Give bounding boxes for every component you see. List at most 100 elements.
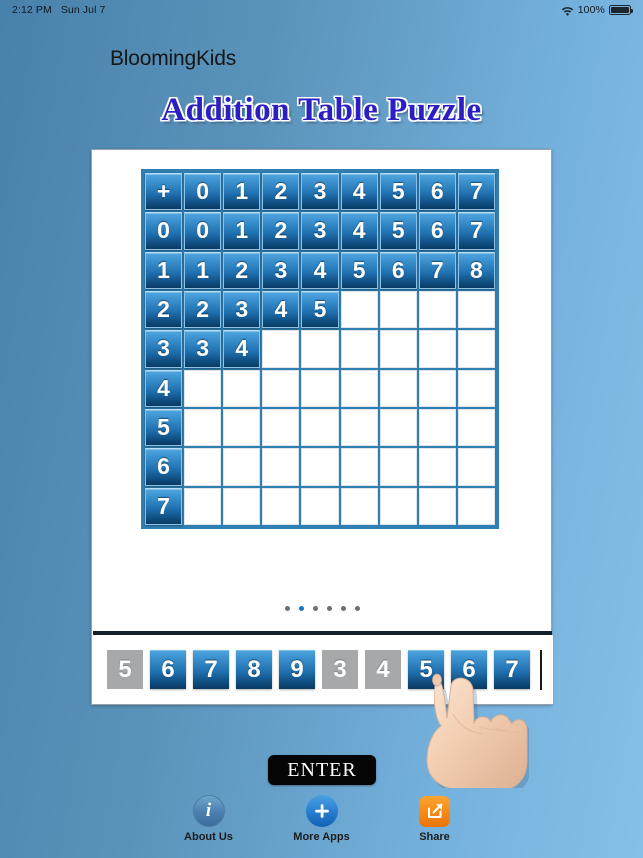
grid-cell-empty[interactable]	[379, 290, 417, 329]
answer-chip[interactable]: 7	[193, 650, 229, 689]
grid-cell-empty[interactable]	[262, 408, 300, 447]
grid-tile-filled[interactable]: 4	[301, 251, 339, 289]
grid-tile-filled[interactable]: 2	[184, 290, 222, 329]
page-dot[interactable]	[327, 606, 332, 611]
grid-cell-empty[interactable]	[457, 369, 495, 407]
grid-cell-empty[interactable]	[418, 290, 456, 329]
grid-tile-filled[interactable]: 8	[457, 251, 495, 289]
page-dot[interactable]	[299, 606, 304, 611]
grid-cell-empty[interactable]	[340, 408, 378, 447]
answer-chip[interactable]: 8	[236, 650, 272, 689]
grid-cell-empty[interactable]	[379, 487, 417, 525]
grid-cell-empty[interactable]	[223, 487, 261, 525]
page-dot[interactable]	[313, 606, 318, 611]
grid-cell-empty[interactable]	[223, 448, 261, 486]
grid-cell-empty[interactable]	[184, 448, 222, 486]
grid-cell-empty[interactable]	[340, 448, 378, 486]
grid-tile-filled[interactable]: 1	[145, 251, 183, 289]
answer-chip[interactable]: 9	[279, 650, 315, 689]
grid-tile-filled[interactable]: 0	[184, 173, 222, 211]
grid-cell-empty[interactable]	[340, 330, 378, 368]
grid-cell-empty[interactable]	[184, 369, 222, 407]
grid-tile-filled[interactable]: 4	[223, 330, 261, 368]
grid-cell-empty[interactable]	[379, 448, 417, 486]
grid-tile-filled[interactable]: 3	[184, 330, 222, 368]
grid-cell-empty[interactable]	[262, 330, 300, 368]
grid-cell-empty[interactable]	[418, 369, 456, 407]
grid-cell-empty[interactable]	[301, 487, 339, 525]
answer-chip[interactable]: 7	[494, 650, 530, 689]
answer-chip[interactable]: 6	[150, 650, 186, 689]
answer-chip[interactable]: 5	[408, 650, 444, 689]
grid-cell-empty[interactable]	[184, 408, 222, 447]
grid-cell-empty[interactable]	[418, 448, 456, 486]
grid-tile-filled[interactable]: 3	[301, 212, 339, 250]
grid-tile-filled[interactable]: 6	[145, 448, 183, 486]
grid-tile-filled[interactable]: 3	[223, 290, 261, 329]
grid-cell-empty[interactable]	[262, 369, 300, 407]
grid-cell-empty[interactable]	[379, 330, 417, 368]
grid-cell-empty[interactable]	[418, 487, 456, 525]
grid-tile-filled[interactable]: 5	[301, 290, 339, 329]
answer-chip[interactable]: 4	[365, 650, 401, 689]
grid-tile-filled[interactable]: 3	[262, 251, 300, 289]
grid-tile-filled[interactable]: 6	[418, 173, 456, 211]
grid-tile-filled[interactable]: 2	[262, 173, 300, 211]
grid-cell-empty[interactable]	[262, 487, 300, 525]
grid-tile-filled[interactable]: 1	[223, 212, 261, 250]
more-apps-button[interactable]: More Apps	[284, 795, 360, 843]
answer-tray[interactable]: 5678934567	[92, 635, 553, 704]
grid-tile-filled[interactable]: 4	[340, 173, 378, 211]
grid-cell-empty[interactable]	[379, 408, 417, 447]
grid-cell-empty[interactable]	[301, 330, 339, 368]
grid-tile-filled[interactable]: 2	[223, 251, 261, 289]
grid-tile-filled[interactable]: 3	[145, 330, 183, 368]
share-button[interactable]: Share	[397, 795, 473, 843]
grid-cell-empty[interactable]	[340, 487, 378, 525]
grid-tile-filled[interactable]: 3	[301, 173, 339, 211]
grid-cell-empty[interactable]	[418, 330, 456, 368]
enter-button[interactable]: ENTER	[268, 755, 376, 785]
grid-tile-filled[interactable]: 1	[184, 251, 222, 289]
grid-tile-filled[interactable]: 7	[418, 251, 456, 289]
grid-cell-empty[interactable]	[457, 290, 495, 329]
grid-tile-filled[interactable]: 2	[145, 290, 183, 329]
grid-cell-empty[interactable]	[184, 487, 222, 525]
grid-cell-empty[interactable]	[223, 408, 261, 447]
answer-chip[interactable]: 6	[451, 650, 487, 689]
grid-cell-empty[interactable]	[340, 290, 378, 329]
grid-tile-filled[interactable]: +	[145, 173, 183, 211]
grid-tile-filled[interactable]: 2	[262, 212, 300, 250]
grid-tile-filled[interactable]: 7	[457, 173, 495, 211]
grid-tile-filled[interactable]: 6	[418, 212, 456, 250]
grid-tile-filled[interactable]: 4	[340, 212, 378, 250]
grid-cell-empty[interactable]	[457, 487, 495, 525]
page-dot[interactable]	[355, 606, 360, 611]
grid-tile-filled[interactable]: 5	[379, 212, 417, 250]
page-indicator[interactable]	[92, 606, 553, 611]
grid-tile-filled[interactable]: 7	[145, 487, 183, 525]
grid-cell-empty[interactable]	[262, 448, 300, 486]
grid-tile-filled[interactable]: 1	[223, 173, 261, 211]
grid-tile-filled[interactable]: 4	[145, 369, 183, 407]
grid-tile-filled[interactable]: 5	[145, 408, 183, 447]
grid-cell-empty[interactable]	[457, 408, 495, 447]
page-dot[interactable]	[285, 606, 290, 611]
grid-cell-empty[interactable]	[379, 369, 417, 407]
grid-tile-filled[interactable]: 5	[379, 173, 417, 211]
answer-chip[interactable]: 3	[322, 650, 358, 689]
addition-table-grid[interactable]: +0 1 2 3 4 5 6 7 0 0 1 2 3 4 5 6 7 1 1 2 3 4 5 6 7 8 2 2 3 4 5 3 3 4 4 5 6 7	[141, 169, 499, 529]
grid-cell-empty[interactable]	[301, 408, 339, 447]
grid-tile-filled[interactable]: 5	[340, 251, 378, 289]
grid-tile-filled[interactable]: 0	[145, 212, 183, 250]
grid-cell-empty[interactable]	[457, 330, 495, 368]
grid-cell-empty[interactable]	[301, 369, 339, 407]
grid-cell-empty[interactable]	[223, 369, 261, 407]
grid-tile-filled[interactable]: 6	[379, 251, 417, 289]
grid-cell-empty[interactable]	[340, 369, 378, 407]
answer-chip[interactable]: 5	[107, 650, 143, 689]
grid-cell-empty[interactable]	[418, 408, 456, 447]
grid-cell-empty[interactable]	[301, 448, 339, 486]
grid-tile-filled[interactable]: 7	[457, 212, 495, 250]
grid-tile-filled[interactable]: 0	[184, 212, 222, 250]
